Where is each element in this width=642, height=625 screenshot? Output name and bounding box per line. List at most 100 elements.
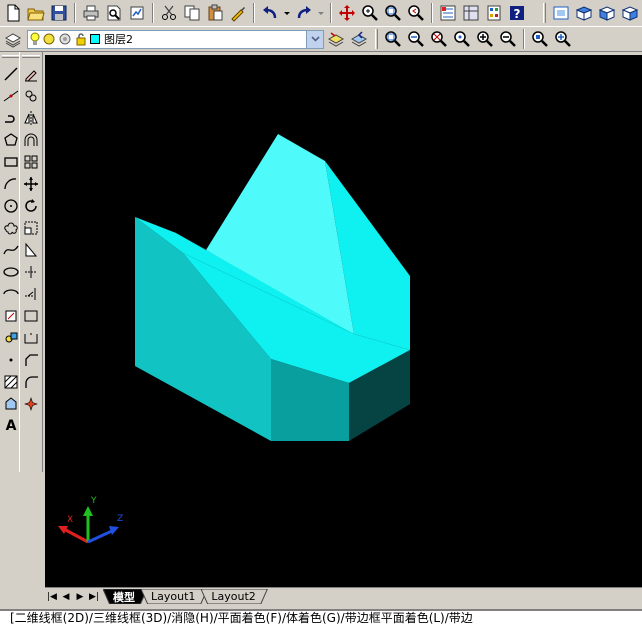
zoom-window-icon[interactable] xyxy=(382,2,404,24)
ucs-y-arrowhead xyxy=(83,506,93,516)
offset-icon[interactable] xyxy=(21,129,41,151)
next-tab-icon[interactable]: ▶ xyxy=(73,590,87,604)
stretch-icon[interactable] xyxy=(21,239,41,261)
toolbar-grip[interactable] xyxy=(22,55,40,58)
zoom-scale-icon[interactable] xyxy=(428,28,450,50)
view-front-icon[interactable] xyxy=(596,2,618,24)
insert-block-icon[interactable] xyxy=(1,305,21,327)
revision-cloud-icon[interactable] xyxy=(1,217,21,239)
separator xyxy=(74,3,76,23)
mirror-icon[interactable] xyxy=(21,107,41,129)
ellipse-arc-icon[interactable] xyxy=(1,283,21,305)
design-center-icon[interactable] xyxy=(460,2,482,24)
tab-layout2[interactable]: Layout2 xyxy=(201,589,268,604)
layer-dropdown[interactable]: 图层2 xyxy=(27,29,324,49)
undo-dropdown-icon[interactable] xyxy=(282,2,292,24)
named-views-icon[interactable] xyxy=(550,2,572,24)
properties-icon[interactable] xyxy=(437,2,459,24)
ellipse-icon[interactable] xyxy=(1,261,21,283)
tab-layout2-label: Layout2 xyxy=(211,590,256,603)
hatch-icon[interactable] xyxy=(1,371,21,393)
command-line-text: [二维线框(2D)/三维线框(3D)/消隐(H)/平面着色(F)/体着色(G)/… xyxy=(10,611,473,625)
toolbar-grip[interactable] xyxy=(543,3,546,23)
toolbar-grip[interactable] xyxy=(375,29,378,49)
view-isometric-icon[interactable] xyxy=(619,2,641,24)
trim-icon[interactable] xyxy=(21,261,41,283)
arc-icon[interactable] xyxy=(1,173,21,195)
pan-realtime-icon[interactable] xyxy=(336,2,358,24)
command-line[interactable]: [二维线框(2D)/三维线框(3D)/消隐(H)/平面着色(F)/体着色(G)/… xyxy=(0,609,642,625)
chamfer-icon[interactable] xyxy=(21,349,41,371)
rectangle-icon[interactable] xyxy=(1,151,21,173)
erase-icon[interactable] xyxy=(21,63,41,85)
print-preview-icon[interactable] xyxy=(103,2,125,24)
zoom-out-icon[interactable] xyxy=(497,28,519,50)
separator xyxy=(431,3,433,23)
zoom-realtime-icon[interactable] xyxy=(359,2,381,24)
break-at-point-icon[interactable] xyxy=(21,305,41,327)
spline-icon[interactable] xyxy=(1,239,21,261)
new-file-icon[interactable] xyxy=(2,2,24,24)
undo-icon[interactable] xyxy=(259,2,281,24)
explode-icon[interactable] xyxy=(21,393,41,415)
redo-icon[interactable] xyxy=(293,2,315,24)
multiline-text-icon[interactable]: A xyxy=(1,415,21,437)
break-icon[interactable] xyxy=(21,327,41,349)
match-properties-icon[interactable] xyxy=(227,2,249,24)
line-icon[interactable] xyxy=(1,63,21,85)
paste-icon[interactable] xyxy=(204,2,226,24)
circle-icon[interactable] xyxy=(1,195,21,217)
zoom-previous-icon[interactable] xyxy=(405,2,427,24)
zoom-extents-icon[interactable] xyxy=(552,28,574,50)
last-tab-icon[interactable]: ▶| xyxy=(87,590,101,604)
3d-solid-model[interactable] xyxy=(135,134,410,441)
polyline-icon[interactable] xyxy=(1,107,21,129)
layout-tabs-bar: |◀ ◀ ▶ ▶| 模型 Layout1 Layout2 xyxy=(45,587,642,605)
zoom-dynamic-icon[interactable] xyxy=(405,28,427,50)
region-icon[interactable] xyxy=(1,393,21,415)
copy-icon[interactable] xyxy=(181,2,203,24)
view-top-icon[interactable] xyxy=(573,2,595,24)
tab-model-label: 模型 xyxy=(113,590,135,604)
rotate-icon[interactable] xyxy=(21,195,41,217)
save-icon[interactable] xyxy=(48,2,70,24)
open-file-icon[interactable] xyxy=(25,2,47,24)
tab-layout1[interactable]: Layout1 xyxy=(141,589,208,604)
drawing-canvas[interactable]: X Y Z xyxy=(45,55,642,587)
toolbar-grip[interactable] xyxy=(2,55,20,58)
autocad-window: ? 图层2 A X Y Z |◀ ◀ ▶ ▶| 模型 Layout1 Layou… xyxy=(0,0,642,625)
copy-object-icon[interactable] xyxy=(21,85,41,107)
first-tab-icon[interactable]: |◀ xyxy=(45,590,59,604)
cut-icon[interactable] xyxy=(158,2,180,24)
redo-dropdown-icon[interactable] xyxy=(316,2,326,24)
make-object-layer-current-icon[interactable] xyxy=(325,28,347,50)
polygon-icon[interactable] xyxy=(1,129,21,151)
viewport-freeze-icon[interactable] xyxy=(58,32,72,46)
sun-icon[interactable] xyxy=(42,32,56,46)
publish-icon[interactable] xyxy=(126,2,148,24)
extend-icon[interactable] xyxy=(21,283,41,305)
zoom-window-icon[interactable] xyxy=(382,28,404,50)
print-icon[interactable] xyxy=(80,2,102,24)
layer-previous-icon[interactable] xyxy=(348,28,370,50)
layer-manager-icon[interactable] xyxy=(2,28,24,50)
zoom-center-icon[interactable] xyxy=(451,28,473,50)
zoom-in-icon[interactable] xyxy=(474,28,496,50)
ucs-y-label: Y xyxy=(90,496,97,506)
previous-tab-icon[interactable]: ◀ xyxy=(59,590,73,604)
array-icon[interactable] xyxy=(21,151,41,173)
lightbulb-icon[interactable] xyxy=(30,32,40,46)
construction-line-icon[interactable] xyxy=(1,85,21,107)
chevron-down-icon[interactable] xyxy=(306,30,323,48)
help-icon[interactable]: ? xyxy=(506,2,528,24)
modify-toolbar xyxy=(19,52,43,472)
fillet-icon[interactable] xyxy=(21,371,41,393)
zoom-all-icon[interactable] xyxy=(529,28,551,50)
lock-icon[interactable] xyxy=(74,32,88,46)
scale-icon[interactable] xyxy=(21,217,41,239)
move-icon[interactable] xyxy=(21,173,41,195)
point-icon[interactable] xyxy=(1,349,21,371)
make-block-icon[interactable] xyxy=(1,327,21,349)
layer-name: 图层2 xyxy=(104,33,133,46)
tool-palettes-icon[interactable] xyxy=(483,2,505,24)
